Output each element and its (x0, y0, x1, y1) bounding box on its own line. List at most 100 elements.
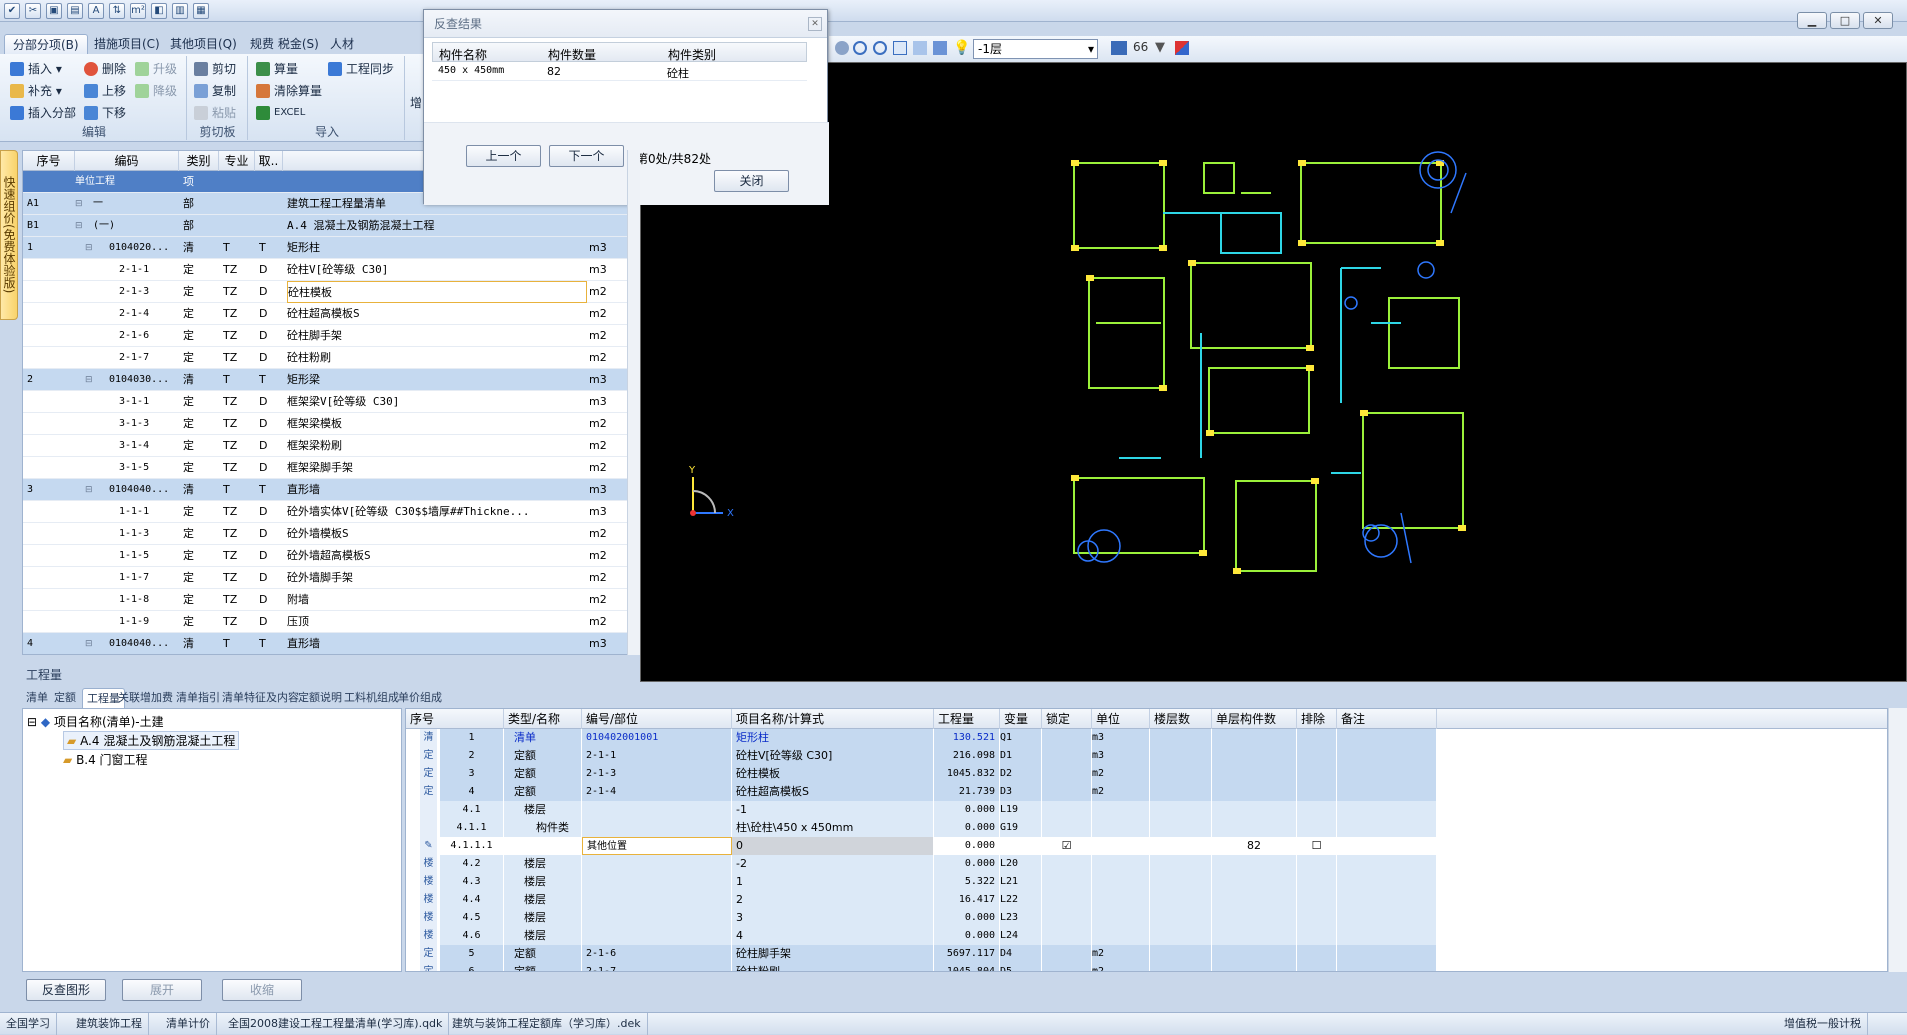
quantity-cell-code[interactable]: 2-1-7 (582, 963, 732, 971)
table-row[interactable]: 3-1-3 定 TZ D 框架梁模板 m2 (23, 413, 641, 435)
table-row[interactable]: 2-1-4 定 TZ D 砼柱超高模板S m2 (23, 303, 641, 325)
menu-tab[interactable]: 分部分项(B) (4, 34, 88, 54)
next-button[interactable]: 下一个 (549, 145, 624, 167)
quantity-cell-excl[interactable] (1297, 819, 1337, 837)
tree-toggle-icon[interactable]: ⊟ (75, 215, 83, 237)
quantity-cell-code[interactable]: 010402001001 (582, 729, 732, 747)
maximize-button[interactable]: □ (1830, 12, 1860, 29)
quantity-cell-name[interactable]: -2 (732, 855, 934, 873)
grid-scrollbar[interactable] (627, 150, 640, 655)
tree-root[interactable]: ⊟ ◆ 项目名称(清单)-土建 (27, 713, 164, 730)
table-row[interactable]: 楼 4.3 楼层 1 5.322 L21 (406, 873, 1887, 891)
quantity-cell-name[interactable]: 4 (732, 927, 934, 945)
tree-toggle-icon[interactable]: ⊟ (85, 237, 93, 259)
quantity-tab[interactable]: 清单 (26, 688, 48, 708)
grid-cell-name[interactable]: 附墙 (287, 589, 587, 611)
quantity-header-cell[interactable]: 项目名称/计算式 (732, 709, 934, 729)
grid-cell-name[interactable]: 框架梁模板 (287, 413, 587, 435)
delete-button[interactable]: 删除 (84, 60, 126, 78)
quantity-header-cell[interactable]: 变量 (1000, 709, 1042, 729)
quantity-cell-code[interactable]: 2-1-3 (582, 765, 732, 783)
close-icon[interactable]: ✕ (808, 17, 822, 31)
quick-access-button[interactable]: A (88, 3, 104, 19)
window-icon[interactable] (913, 41, 927, 55)
quantity-cell-excl[interactable] (1297, 783, 1337, 801)
menu-tab[interactable]: 人材 (322, 34, 362, 54)
tree-toggle-icon[interactable]: ⊟ (75, 193, 83, 215)
quantity-cell-lock[interactable] (1042, 873, 1092, 891)
grid-cell-name[interactable]: A.4 混凝土及钢筋混凝土工程 (287, 215, 587, 237)
tree-toggle-icon[interactable]: ⊟ (85, 633, 93, 654)
expand-button[interactable]: 展开 (122, 979, 202, 1001)
quantity-cell-excl[interactable] (1297, 909, 1337, 927)
table-row[interactable]: ⊟ B1 (一) 部 A.4 混凝土及钢筋混凝土工程 (23, 215, 641, 237)
grid-header-cell[interactable]: 编码 (75, 151, 179, 171)
quantity-cell-excl[interactable]: ☐ (1297, 837, 1337, 855)
quantity-tab[interactable]: 清单指引 (176, 688, 220, 708)
floor-select[interactable]: -1层 ▾ (973, 39, 1098, 59)
quantity-cell-excl[interactable] (1297, 729, 1337, 747)
menu-tab[interactable]: 规费 税金(S) (242, 34, 327, 54)
extra-button[interactable]: 增 (410, 94, 422, 112)
quantity-cell-code[interactable]: 2-1-4 (582, 783, 732, 801)
supplement-button[interactable]: 补充 ▾ (10, 82, 62, 100)
menu-tab[interactable]: 其他项目(Q) (162, 34, 245, 54)
table-row[interactable]: 2-1-3 定 TZ D 砼柱模板 m2 (23, 281, 641, 303)
quick-access-button[interactable]: ⇅ (109, 3, 125, 19)
quick-access-button[interactable]: ✔ (4, 3, 20, 19)
quantity-cell-lock[interactable] (1042, 909, 1092, 927)
quantity-cell-excl[interactable] (1297, 765, 1337, 783)
table-row[interactable]: 2-1-1 定 TZ D 砼柱V[砼等级 C30] m3 (23, 259, 641, 281)
table-row[interactable]: ⊟ 4 0104040... 清 T T 直形墙 m3 (23, 633, 641, 654)
quantity-header-cell[interactable]: 单层构件数 (1212, 709, 1297, 729)
table-row[interactable]: 定 5 定额 2-1-6 砼柱脚手架 5697.117 D4 m2 (406, 945, 1887, 963)
layer-icon[interactable] (1111, 41, 1127, 55)
quantity-header-cell[interactable]: 编号/部位 (582, 709, 732, 729)
quantity-cell-excl[interactable] (1297, 747, 1337, 765)
quantity-cell-code[interactable]: 2-1-6 (582, 945, 732, 963)
table-row[interactable]: 4.1.1 构件类 柱\砼柱\450 x 450mm 0.000 G19 (406, 819, 1887, 837)
grid-cell-name[interactable]: 砼外墙模板S (287, 523, 587, 545)
quantity-cell-name[interactable]: 1 (732, 873, 934, 891)
zoom-in-icon[interactable] (853, 41, 867, 55)
quick-pricing-tab[interactable]: 快速组价(免费体验版) (0, 150, 18, 320)
upgrade-button[interactable]: 升级 (135, 60, 177, 78)
table-row[interactable]: 1-1-1 定 TZ D 砼外墙实体V[砼等级 C30$$墙厚##Thickne... m… (23, 501, 641, 523)
table-row[interactable]: 3-1-1 定 TZ D 框架梁V[砼等级 C30] m3 (23, 391, 641, 413)
tree-toggle-icon[interactable]: ⊟ (85, 369, 93, 391)
grid-cell-name[interactable]: 砼外墙超高模板S (287, 545, 587, 567)
grid-cell-name[interactable]: 砼柱脚手架 (287, 325, 587, 347)
quantity-cell-name[interactable]: 砼柱超高模板S (732, 783, 934, 801)
tree-item-b4[interactable]: ▰ B.4 门窗工程 (63, 751, 148, 768)
quantity-cell-lock[interactable] (1042, 765, 1092, 783)
quantity-tab[interactable]: 定额说明 (298, 688, 342, 708)
move-up-button[interactable]: 上移 (84, 82, 126, 100)
glasses-icon[interactable]: 66 (1133, 40, 1148, 54)
quantity-cell-excl[interactable] (1297, 873, 1337, 891)
pan-icon[interactable] (835, 41, 849, 55)
quantity-cell-name[interactable]: 砼柱脚手架 (732, 945, 934, 963)
quantity-header-cell[interactable]: 单位 (1092, 709, 1150, 729)
grid-cell-name[interactable]: 框架梁V[砼等级 C30] (287, 391, 587, 413)
table-row[interactable]: 1-1-3 定 TZ D 砼外墙模板S m2 (23, 523, 641, 545)
quantity-cell-code[interactable] (582, 891, 732, 909)
grid-cell-name[interactable]: 砼柱V[砼等级 C30] (287, 259, 587, 281)
table-row[interactable]: 3-1-5 定 TZ D 框架梁脚手架 m2 (23, 457, 641, 479)
quantity-cell-lock[interactable] (1042, 927, 1092, 945)
quantity-header-cell[interactable]: 工程量 (934, 709, 1000, 729)
insert-part-button[interactable]: 插入分部 (10, 104, 76, 122)
quantity-header-cell[interactable]: 锁定 (1042, 709, 1092, 729)
clear-calc-button[interactable]: 清除算量 (256, 82, 322, 100)
minimize-button[interactable]: ▁ (1797, 12, 1827, 29)
table-row[interactable]: ✎ 4.1.1.1 其他位置 0 0.000 ☑ 82 ☐ (406, 837, 1887, 855)
quantity-cell-code[interactable] (582, 909, 732, 927)
quantity-cell-name[interactable]: -1 (732, 801, 934, 819)
quantity-tab[interactable]: 工料机组成 (344, 688, 399, 708)
table-row[interactable]: 楼 4.4 楼层 2 16.417 L22 (406, 891, 1887, 909)
sync-button[interactable]: 工程同步 (328, 60, 394, 78)
quick-access-button[interactable]: ▤ (67, 3, 83, 19)
close-window-button[interactable]: ✕ (1863, 12, 1893, 29)
quantity-tab[interactable]: 关联增加费 (118, 688, 173, 708)
quantity-cell-excl[interactable] (1297, 963, 1337, 971)
prev-button[interactable]: 上一个 (466, 145, 541, 167)
